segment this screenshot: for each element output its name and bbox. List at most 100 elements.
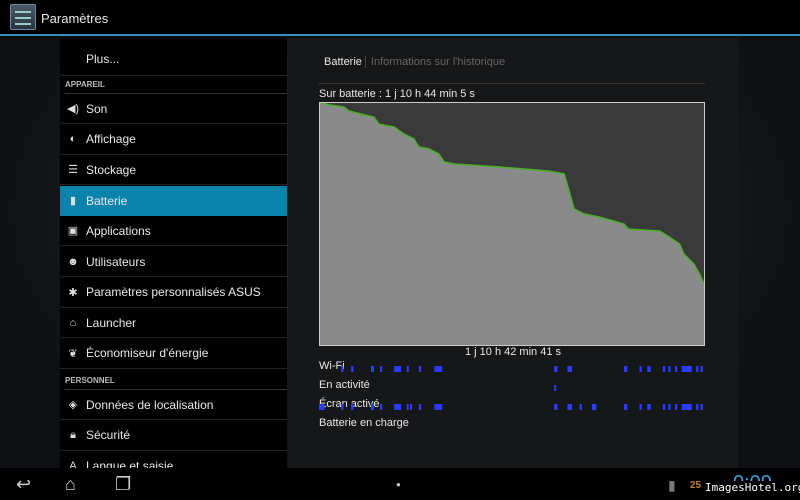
sidebar-item-param-tres-personnalisés-asus[interactable]: ✱ Paramètres personnalisés ASUS bbox=[60, 278, 287, 308]
sidebar-item-utilisateurs[interactable]: ☻ Utilisateurs bbox=[60, 247, 287, 277]
screen-activity-bar bbox=[696, 404, 699, 410]
screen-activity-bar bbox=[409, 404, 412, 410]
recent-apps-icon[interactable]: ❐ bbox=[115, 474, 131, 495]
awake-activity-bar bbox=[554, 385, 557, 391]
wifi-activity-bar bbox=[647, 366, 651, 372]
location-icon: ◈ bbox=[68, 399, 78, 411]
sidebar-item-label: Données de localisation bbox=[86, 397, 214, 412]
wifi-activity-bar bbox=[639, 366, 642, 372]
sidebar-item-label: Batterie bbox=[86, 193, 128, 208]
sidebar-item-label: Applications bbox=[86, 223, 151, 238]
language-icon: A bbox=[69, 459, 77, 468]
sidebar-item-more[interactable]: Plus... bbox=[60, 42, 287, 76]
sidebar-item-son[interactable]: ◀) Son bbox=[60, 94, 287, 124]
sidebar-item-label: Utilisateurs bbox=[86, 254, 146, 269]
wifi-activity-bar bbox=[418, 366, 422, 372]
sidebar-item-launcher[interactable]: ⌂ Launcher bbox=[60, 308, 287, 339]
storage-icon: ☰ bbox=[68, 164, 78, 177]
sidebar-item-label: Économiseur d'énergie bbox=[86, 346, 209, 361]
activity-bars bbox=[319, 366, 703, 410]
sidebar-item-stockage[interactable]: ☰ Stockage bbox=[60, 155, 287, 186]
screen-activity-bar bbox=[662, 404, 666, 410]
screen-activity-bar bbox=[418, 404, 422, 410]
home-icon[interactable]: ⌂ bbox=[65, 474, 76, 495]
app-title: Paramètres bbox=[41, 11, 109, 26]
wifi-activity-bar bbox=[696, 366, 699, 372]
sidebar-item-sécurité[interactable]: 🔒︎ Sécurité bbox=[60, 421, 287, 451]
tab-battery[interactable]: Batterie bbox=[324, 56, 362, 68]
screen-activity-bar bbox=[624, 404, 628, 410]
screen-activity-bar bbox=[639, 404, 642, 410]
settings-sidebar[interactable]: Plus... APPAREIL ◀) Son ◐ Affichage ☰ Stockag… bbox=[60, 38, 287, 468]
wifi-activity-bar bbox=[434, 366, 443, 372]
screen-activity-bar bbox=[319, 404, 325, 410]
tab-history-details[interactable]: Informations sur l'historique bbox=[364, 56, 506, 68]
sidebar-item-économiseur-d-énergie[interactable]: ❦ Économiseur d'énergie bbox=[60, 339, 287, 369]
screen-activity-bar bbox=[380, 404, 383, 410]
wifi-activity-bar bbox=[624, 366, 628, 372]
graph-duration: 1 j 10 h 42 min 41 s bbox=[464, 346, 561, 358]
sd-card-icon: ▮ bbox=[668, 477, 676, 493]
screen-activity-bar bbox=[591, 404, 597, 410]
battery-panel: Batterie Informations sur l'historique Su… bbox=[288, 38, 738, 468]
section-header-personal: PERSONNEL bbox=[65, 376, 287, 390]
on-battery-time: Sur batterie : 1 j 10 h 44 min 5 s bbox=[319, 88, 475, 100]
sidebar-item-données-de-localisation[interactable]: ◈ Données de localisation bbox=[60, 390, 287, 420]
sidebar-item-affichage[interactable]: ◐ Affichage bbox=[60, 125, 287, 155]
user-icon: ☻ bbox=[67, 255, 79, 268]
back-icon[interactable]: ↩ bbox=[16, 474, 31, 495]
navigation-bar: ↩ ⌂ ❐ ● ▮ 25 bbox=[0, 468, 800, 500]
wifi-activity-bar bbox=[668, 366, 671, 372]
wifi-activity-bar bbox=[380, 366, 383, 372]
sidebar-item-label: Paramètres personnalisés ASUS bbox=[86, 285, 261, 300]
screen-activity-bar bbox=[668, 404, 671, 410]
home-gear-icon: ⌂ bbox=[69, 316, 77, 329]
sidebar-item-applications[interactable]: ▣ Applications bbox=[60, 216, 287, 247]
screen-activity-bar bbox=[394, 404, 402, 410]
wifi-activity-bar bbox=[406, 366, 409, 372]
lock-icon: 🔒︎ bbox=[70, 428, 76, 441]
wifi-activity-bar bbox=[567, 366, 572, 372]
watermark: ImagesHotel.org bbox=[705, 481, 800, 494]
speaker-icon: ◀) bbox=[66, 103, 80, 115]
screen-activity-bar bbox=[434, 404, 443, 410]
screen-activity-bar bbox=[647, 404, 651, 410]
wifi-activity-bar bbox=[394, 366, 402, 372]
screen-activity-bar bbox=[567, 404, 572, 410]
divider bbox=[318, 83, 705, 84]
screen-activity-bar bbox=[371, 404, 375, 410]
section-header-device: APPAREIL bbox=[65, 80, 287, 94]
brightness-icon: ◐ bbox=[69, 133, 77, 146]
battery-icon: ▮ bbox=[69, 195, 77, 208]
notification-badge[interactable]: 25 bbox=[690, 480, 701, 491]
wifi-activity-bar bbox=[351, 366, 354, 372]
sidebar-item-label: Plus... bbox=[86, 51, 120, 66]
sidebar-item-langue-et-saisie[interactable]: A Langue et saisie bbox=[60, 451, 287, 468]
screen-activity-bar bbox=[406, 404, 409, 410]
screen-activity-bar bbox=[681, 404, 692, 410]
screen-activity-bar bbox=[341, 404, 344, 410]
sidebar-item-label: Sécurité bbox=[86, 428, 131, 443]
sidebar-item-label: Launcher bbox=[86, 315, 137, 330]
sidebar-item-label: Langue et saisie bbox=[86, 458, 174, 468]
gear-icon: ✱ bbox=[68, 286, 78, 299]
sidebar-item-label: Stockage bbox=[86, 162, 137, 177]
screen-activity-bar bbox=[554, 404, 558, 410]
sidebar-item-label: Son bbox=[86, 101, 108, 116]
screen-activity-bar bbox=[579, 404, 582, 410]
screen-activity-bar bbox=[675, 404, 678, 410]
screen-activity-bar bbox=[700, 404, 703, 410]
wifi-activity-bar bbox=[341, 366, 344, 372]
tab-bar: Batterie Informations sur l'historique bbox=[324, 56, 506, 68]
screen-activity-bar bbox=[351, 404, 354, 410]
wifi-activity-bar bbox=[554, 366, 558, 372]
sidebar-item-batterie[interactable]: ▮ Batterie bbox=[60, 185, 287, 216]
sidebar-item-label: Affichage bbox=[86, 132, 136, 147]
wifi-activity-bar bbox=[662, 366, 666, 372]
wifi-activity-bar bbox=[371, 366, 375, 372]
battery-level-graph bbox=[319, 102, 705, 346]
wifi-activity-bar bbox=[675, 366, 678, 372]
row-label-charging: Batterie en charge bbox=[319, 417, 409, 429]
settings-app-icon[interactable] bbox=[10, 4, 36, 30]
action-bar: Paramètres bbox=[0, 0, 800, 36]
